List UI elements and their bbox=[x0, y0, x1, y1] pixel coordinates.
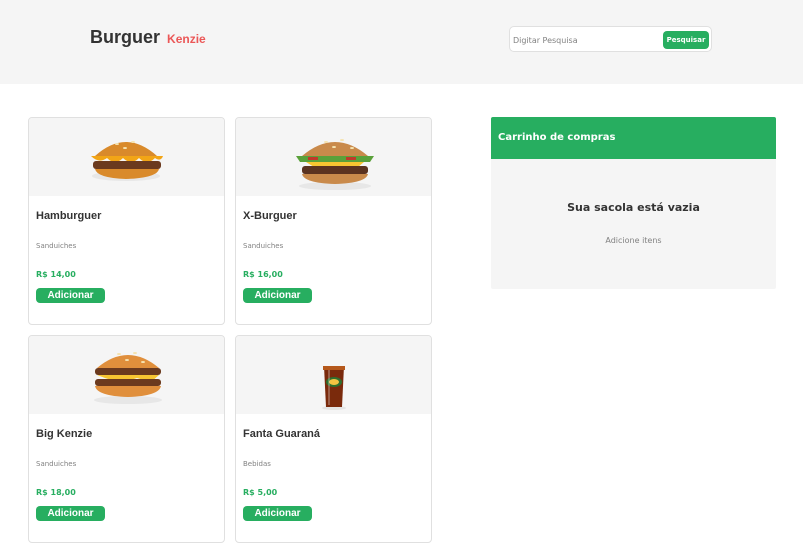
search-input[interactable] bbox=[513, 31, 658, 49]
shopping-cart: Carrinho de compras Sua sacola está vazi… bbox=[491, 117, 776, 289]
header: Burguer Kenzie Pesquisar bbox=[0, 0, 803, 84]
add-button[interactable]: Adicionar bbox=[36, 288, 105, 303]
product-name: Fanta Guaraná bbox=[243, 428, 321, 440]
product-card-x-burguer: X-Burguer Sanduiches R$ 16,00 Adicionar bbox=[235, 117, 432, 325]
search-bar: Pesquisar bbox=[509, 26, 712, 52]
logo: Burguer Kenzie bbox=[90, 27, 206, 48]
logo-accent: Kenzie bbox=[167, 32, 206, 46]
product-name: Big Kenzie bbox=[36, 428, 93, 440]
add-button[interactable]: Adicionar bbox=[243, 506, 312, 521]
product-category: Sanduiches bbox=[36, 242, 77, 250]
product-price: R$ 18,00 bbox=[36, 488, 76, 497]
product-price: R$ 16,00 bbox=[243, 270, 283, 279]
product-card-fanta-guarana: Fanta Guaraná Bebidas R$ 5,00 Adicionar bbox=[235, 335, 432, 543]
product-image-area bbox=[29, 118, 224, 196]
logo-main: Burguer bbox=[90, 27, 161, 47]
search-button[interactable]: Pesquisar bbox=[663, 31, 709, 49]
product-name: X-Burguer bbox=[243, 210, 297, 222]
product-image-area bbox=[236, 336, 431, 414]
soda-cup-icon bbox=[322, 366, 346, 410]
add-button[interactable]: Adicionar bbox=[243, 288, 312, 303]
product-card-hamburguer: Hamburguer Sanduiches R$ 14,00 Adicionar bbox=[28, 117, 225, 325]
product-card-big-kenzie: Big Kenzie Sanduiches R$ 18,00 Adicionar bbox=[28, 335, 225, 543]
cheeseburger-icon bbox=[296, 139, 374, 190]
product-name: Hamburguer bbox=[36, 210, 102, 222]
cart-title: Carrinho de compras bbox=[498, 132, 616, 143]
burger-icon bbox=[91, 141, 163, 181]
cart-empty-subtitle: Adicione itens bbox=[605, 236, 662, 245]
product-price: R$ 5,00 bbox=[243, 488, 278, 497]
product-category: Sanduiches bbox=[36, 460, 77, 468]
cart-header: Carrinho de compras bbox=[491, 117, 776, 159]
product-image-area bbox=[29, 336, 224, 414]
cart-empty-title: Sua sacola está vazia bbox=[567, 201, 700, 214]
product-category: Sanduiches bbox=[243, 242, 284, 250]
product-price: R$ 14,00 bbox=[36, 270, 76, 279]
add-button[interactable]: Adicionar bbox=[36, 506, 105, 521]
big-burger-icon bbox=[94, 352, 162, 404]
product-image-area bbox=[236, 118, 431, 196]
product-category: Bebidas bbox=[243, 460, 271, 468]
